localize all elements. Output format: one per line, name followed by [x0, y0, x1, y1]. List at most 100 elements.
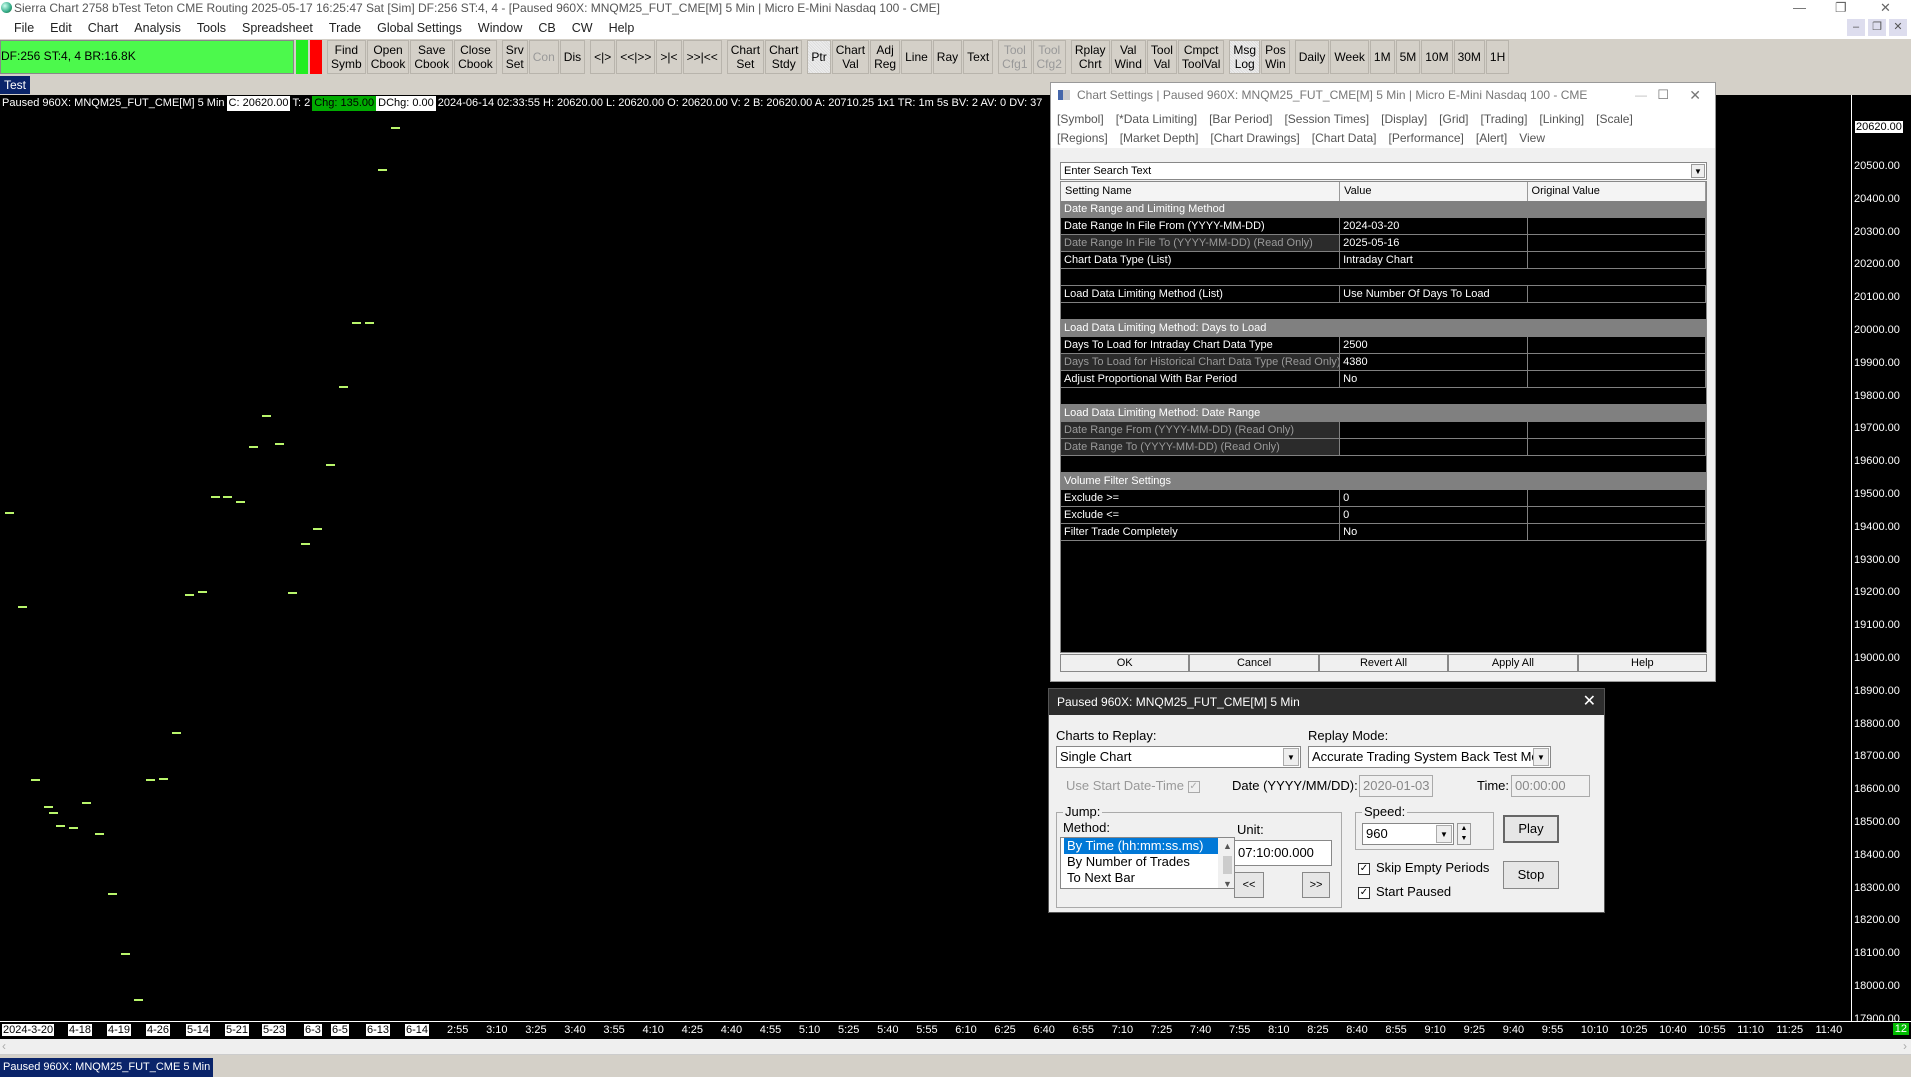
setting-value[interactable]: 2024-03-20: [1340, 218, 1528, 234]
ok-button[interactable]: OK: [1060, 654, 1190, 672]
scroll-right-icon[interactable]: ›: [1903, 1039, 1907, 1053]
toolbar-button-val-wind[interactable]: Val Wind: [1110, 40, 1146, 74]
jump-back-button[interactable]: <<: [1234, 872, 1264, 898]
settings-tab-regions[interactable]: [Regions]: [1057, 131, 1108, 145]
toolbar-button-item[interactable]: <<|>>: [616, 40, 656, 74]
minimize-button[interactable]: —: [1793, 0, 1806, 16]
toolbar-button-close-cbook[interactable]: Close Cbook: [454, 40, 497, 74]
minimize-button[interactable]: —: [1635, 83, 1647, 107]
toolbar-button-item[interactable]: >>|<<: [682, 40, 722, 74]
settings-tab-symbol[interactable]: [Symbol]: [1057, 112, 1104, 126]
menu-tools[interactable]: Tools: [189, 21, 234, 35]
settings-search-input[interactable]: Enter Search Text ▼: [1060, 162, 1707, 180]
horizontal-scrollbar[interactable]: ‹ ›: [0, 1039, 1911, 1055]
mdi-minimize-button[interactable]: –: [1847, 19, 1865, 36]
settings-tab-bar-period[interactable]: [Bar Period]: [1209, 112, 1272, 126]
menu-file[interactable]: File: [6, 21, 42, 35]
revert-all-button[interactable]: Revert All: [1318, 654, 1449, 672]
settings-tab-chart-data[interactable]: [Chart Data]: [1312, 131, 1377, 145]
charts-to-replay-select[interactable]: Single Chart ▼: [1056, 746, 1301, 768]
settings-row[interactable]: Days To Load for Intraday Chart Data Typ…: [1061, 337, 1706, 354]
menu-analysis[interactable]: Analysis: [126, 21, 189, 35]
toolbar-button-chart-set[interactable]: Chart Set: [726, 40, 765, 74]
setting-value[interactable]: 0: [1340, 507, 1528, 523]
toolbar-button-30m[interactable]: 30M: [1453, 40, 1485, 74]
toolbar-button-tool-cfg2[interactable]: Tool Cfg2: [1032, 40, 1066, 74]
toolbar-button-pos-win[interactable]: Pos Win: [1261, 40, 1290, 74]
menu-cw[interactable]: CW: [564, 21, 601, 35]
settings-row[interactable]: Chart Data Type (List) Intraday Chart: [1061, 252, 1706, 269]
settings-row[interactable]: Exclude >= 0: [1061, 490, 1706, 507]
jump-method-option[interactable]: By Number of Trades: [1064, 854, 1234, 870]
settings-row[interactable]: Filter Trade Completely No: [1061, 524, 1706, 541]
menu-trade[interactable]: Trade: [321, 21, 369, 35]
skip-empty-periods-checkbox[interactable]: ✓ Skip Empty Periods: [1358, 860, 1489, 875]
mdi-restore-button[interactable]: ❐: [1868, 19, 1886, 36]
chevron-down-icon[interactable]: ▼: [1691, 164, 1705, 178]
settings-tab-view[interactable]: View: [1519, 131, 1545, 145]
settings-tab-performance[interactable]: [Performance]: [1388, 131, 1463, 145]
play-button[interactable]: Play: [1503, 815, 1559, 843]
settings-tab-chart-drawings[interactable]: [Chart Drawings]: [1210, 131, 1299, 145]
settings-tab-linking[interactable]: [Linking]: [1539, 112, 1584, 126]
setting-value[interactable]: 2500: [1340, 337, 1528, 353]
setting-value[interactable]: Intraday Chart: [1340, 252, 1528, 268]
settings-row[interactable]: Exclude <= 0: [1061, 507, 1706, 524]
settings-tab-session-times[interactable]: [Session Times]: [1284, 112, 1369, 126]
time-input[interactable]: 00:00:00: [1511, 775, 1590, 797]
close-icon[interactable]: ✕: [1583, 689, 1596, 715]
cancel-button[interactable]: Cancel: [1189, 654, 1319, 672]
toolbar-button-msg-log[interactable]: Msg Log: [1229, 40, 1261, 74]
settings-tab-grid[interactable]: [Grid]: [1439, 112, 1468, 126]
setting-value[interactable]: No: [1340, 524, 1528, 540]
toolbar-button-con[interactable]: Con: [528, 40, 559, 74]
jump-method-option[interactable]: To Next Bar: [1064, 870, 1234, 886]
toolbar-button-1m[interactable]: 1M: [1369, 40, 1395, 74]
menu-cb[interactable]: CB: [530, 21, 563, 35]
toolbar-button-adj-reg[interactable]: Adj Reg: [870, 40, 901, 74]
toolbar-button-text[interactable]: Text: [963, 40, 994, 74]
menu-global-settings[interactable]: Global Settings: [369, 21, 470, 35]
menu-edit[interactable]: Edit: [42, 21, 80, 35]
menu-chart[interactable]: Chart: [80, 21, 127, 35]
toolbar-button-tool-val[interactable]: Tool Val: [1146, 40, 1177, 74]
toolbar-button-chart-val[interactable]: Chart Val: [831, 40, 870, 74]
settings-row[interactable]: Adjust Proportional With Bar Period No: [1061, 371, 1706, 388]
setting-value[interactable]: [1340, 422, 1528, 438]
jump-method-option[interactable]: By Time (hh:mm:ss.ms): [1064, 838, 1218, 854]
toolbar-button-dis[interactable]: Dis: [559, 40, 586, 74]
replay-mode-select[interactable]: Accurate Trading System Back Test Mo ▼: [1308, 746, 1551, 768]
setting-value[interactable]: Use Number Of Days To Load: [1340, 286, 1528, 302]
toolbar-button-5m[interactable]: 5M: [1395, 40, 1421, 74]
restore-button[interactable]: ❐: [1835, 0, 1847, 16]
apply-all-button[interactable]: Apply All: [1448, 654, 1578, 672]
price-axis[interactable]: 20500.00 20400.00 20300.00 20200.00 20100.00…: [1851, 95, 1911, 1025]
chevron-down-icon[interactable]: ▼: [1533, 748, 1549, 766]
settings-row[interactable]: Date Range In File From (YYYY-MM-DD) 2024…: [1061, 218, 1706, 235]
settings-tab-scale[interactable]: [Scale]: [1596, 112, 1633, 126]
setting-value[interactable]: 2025-05-16: [1340, 235, 1528, 251]
chevron-down-icon[interactable]: ▼: [1283, 748, 1299, 766]
menu-spreadsheet[interactable]: Spreadsheet: [234, 21, 321, 35]
scroll-left-icon[interactable]: ‹: [2, 1039, 6, 1053]
toolbar-button-ray[interactable]: Ray: [932, 40, 963, 74]
mdi-close-button[interactable]: ✕: [1889, 19, 1907, 36]
chart-tab[interactable]: Paused 960X: MNQM25_FUT_CME 5 Min: [0, 1058, 214, 1077]
date-input[interactable]: 2020-01-03: [1359, 775, 1433, 797]
speed-select[interactable]: 960 ▼: [1362, 823, 1454, 845]
setting-value[interactable]: No: [1340, 371, 1528, 387]
toolbar-button-save-cbook[interactable]: Save Cbook: [410, 40, 454, 74]
start-paused-checkbox[interactable]: ✓ Start Paused: [1358, 884, 1451, 899]
settings-tab-data-limiting[interactable]: [*Data Limiting]: [1116, 112, 1197, 126]
maximize-button[interactable]: ☐: [1657, 83, 1669, 107]
stop-button[interactable]: Stop: [1503, 861, 1559, 889]
toolbar-button-chart-stdy[interactable]: Chart Stdy: [765, 40, 803, 74]
use-start-datetime-checkbox[interactable]: Use Start Date-Time ✓: [1066, 778, 1206, 793]
chartbook-tab-test[interactable]: Test: [0, 76, 31, 94]
settings-tab-market-depth[interactable]: [Market Depth]: [1120, 131, 1199, 145]
menu-window[interactable]: Window: [470, 21, 530, 35]
settings-tab-trading[interactable]: [Trading]: [1481, 112, 1528, 126]
toolbar-button-srv-set[interactable]: Srv Set: [501, 40, 528, 74]
toolbar-button-1h[interactable]: 1H: [1485, 40, 1510, 74]
jump-forward-button[interactable]: >>: [1302, 872, 1330, 898]
